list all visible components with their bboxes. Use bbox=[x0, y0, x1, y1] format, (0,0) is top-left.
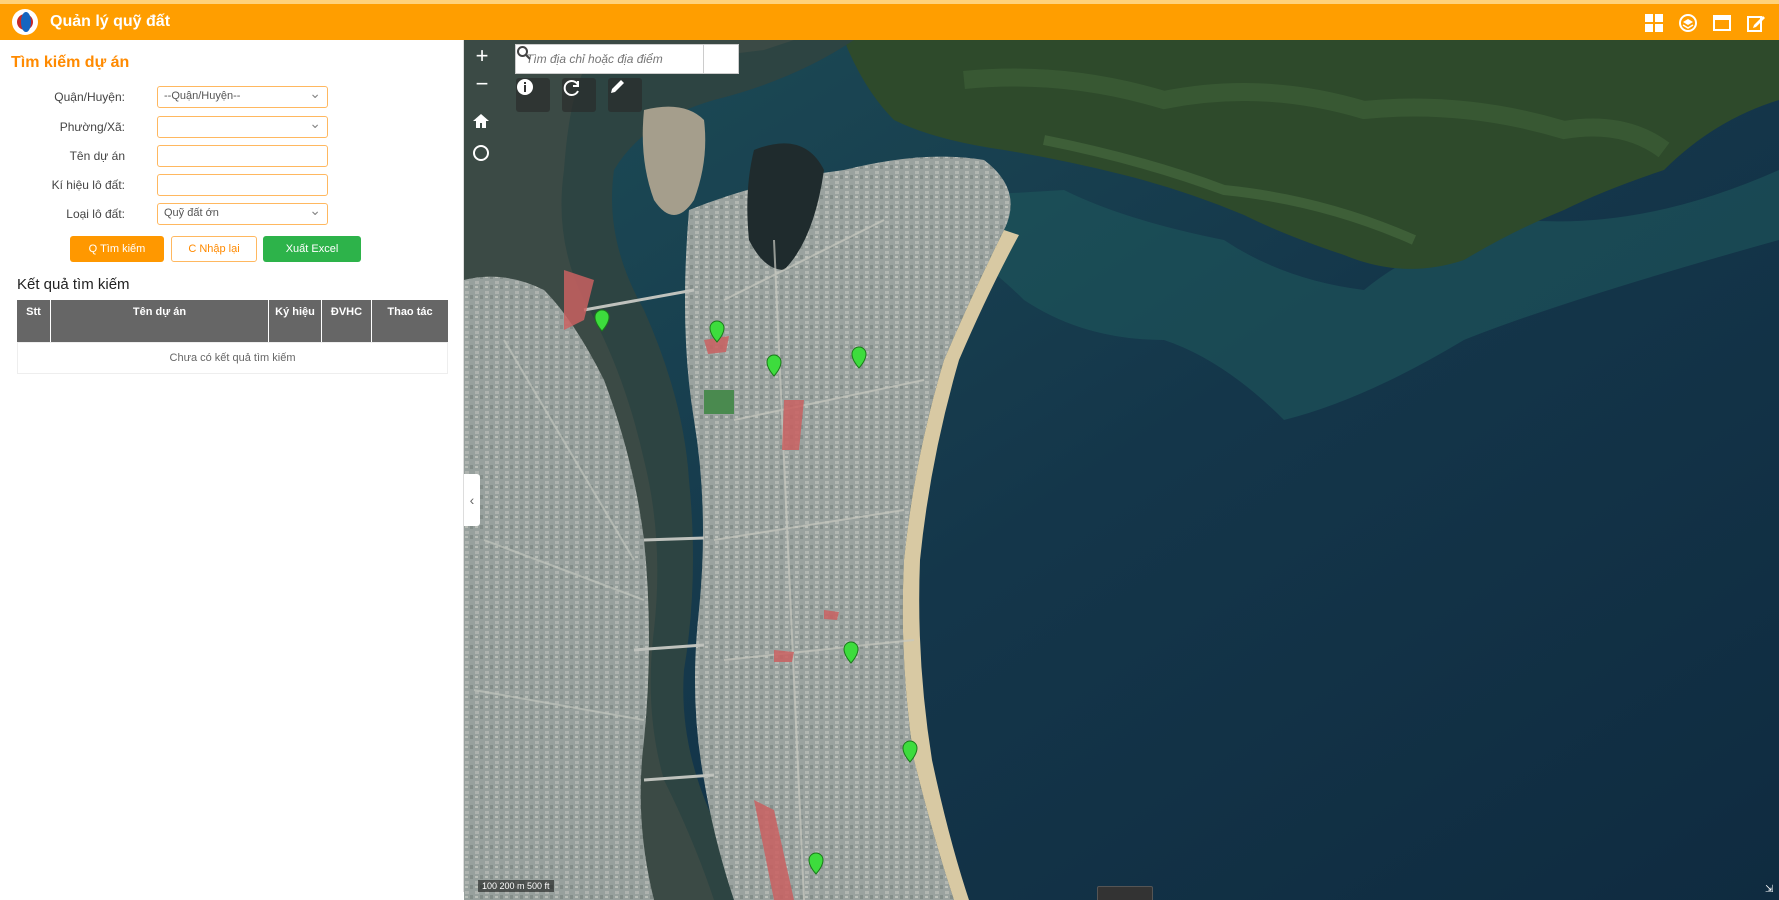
map-search-box bbox=[515, 44, 739, 74]
lot-code-label: Kí hiệu lô đất: bbox=[51, 178, 125, 192]
collapse-panel-chevron-icon[interactable]: ‹ bbox=[464, 474, 480, 526]
reset-button[interactable]: C Nhập lại bbox=[171, 236, 257, 262]
search-button[interactable]: Q Tìm kiếm bbox=[70, 236, 164, 262]
refresh-icon[interactable] bbox=[562, 78, 596, 112]
app-title: Quản lý quỹ đất bbox=[50, 13, 171, 30]
locate-circle-icon[interactable] bbox=[472, 144, 492, 164]
table-header: Stt Tên dự án Ký hiệu ĐVHC Thao tác bbox=[17, 300, 448, 342]
district-label: Quận/Huyện: bbox=[54, 90, 125, 104]
search-panel: Tìm kiếm dự án Quận/Huyện: --Quận/Huyện-… bbox=[0, 40, 464, 892]
grid-icon[interactable] bbox=[1639, 8, 1669, 38]
edit-square-icon[interactable] bbox=[1741, 8, 1771, 38]
col-project-name: Tên dự án bbox=[51, 300, 269, 342]
district-select[interactable]: --Quận/Huyện-- bbox=[157, 85, 328, 108]
app-header: Quản lý quỹ đất bbox=[0, 4, 1779, 40]
ward-label: Phường/Xã: bbox=[59, 120, 125, 134]
zoom-in-button[interactable]: + bbox=[472, 43, 492, 68]
bottom-panel-handle[interactable] bbox=[1097, 886, 1153, 900]
panel-title: Tìm kiếm dự án bbox=[11, 54, 130, 71]
map-scale: 100 200 m 500 ft bbox=[478, 880, 554, 892]
satellite-imagery bbox=[464, 40, 1779, 900]
lot-code-row: Kí hiệu lô đất: bbox=[0, 174, 463, 198]
ward-row: Phường/Xã: bbox=[0, 115, 463, 140]
app-logo bbox=[12, 9, 38, 35]
results-table: Stt Tên dự án Ký hiệu ĐVHC Thao tác Chưa… bbox=[17, 300, 448, 374]
results-title: Kết quả tìm kiếm bbox=[17, 276, 130, 293]
export-excel-button[interactable]: Xuất Excel bbox=[263, 236, 361, 262]
pencil-icon[interactable] bbox=[608, 78, 642, 112]
ward-select[interactable] bbox=[157, 115, 328, 138]
map-search-input[interactable] bbox=[516, 51, 704, 67]
project-name-label: Tên dự án bbox=[69, 149, 125, 163]
map-view[interactable]: + − ‹ 100 200 m 500 ft ⇲ bbox=[464, 40, 1779, 900]
col-admin-unit: ĐVHC bbox=[322, 300, 372, 342]
district-row: Quận/Huyện: --Quận/Huyện-- bbox=[0, 85, 463, 110]
header-toolbar bbox=[1639, 8, 1771, 38]
home-icon[interactable] bbox=[472, 112, 492, 132]
zoom-out-button[interactable]: − bbox=[472, 71, 492, 96]
info-icon[interactable] bbox=[516, 78, 550, 112]
project-name-row: Tên dự án bbox=[0, 145, 463, 169]
lot-type-row: Loại lô đất: Quỹ đất ớn bbox=[0, 202, 463, 227]
col-actions: Thao tác bbox=[387, 306, 433, 318]
col-code: Ký hiệu bbox=[269, 300, 322, 342]
project-name-input[interactable] bbox=[157, 145, 328, 167]
col-stt: Stt bbox=[17, 300, 51, 342]
window-icon[interactable] bbox=[1707, 8, 1737, 38]
empty-results-message: Chưa có kết quả tìm kiếm bbox=[17, 342, 448, 374]
resize-icon: ⇲ bbox=[1765, 884, 1774, 895]
search-icon[interactable] bbox=[517, 45, 738, 73]
lot-code-input[interactable] bbox=[157, 174, 328, 196]
lot-type-select[interactable]: Quỹ đất ớn bbox=[157, 202, 328, 225]
lot-type-label: Loại lô đất: bbox=[66, 207, 125, 221]
layers-icon[interactable] bbox=[1673, 8, 1703, 38]
